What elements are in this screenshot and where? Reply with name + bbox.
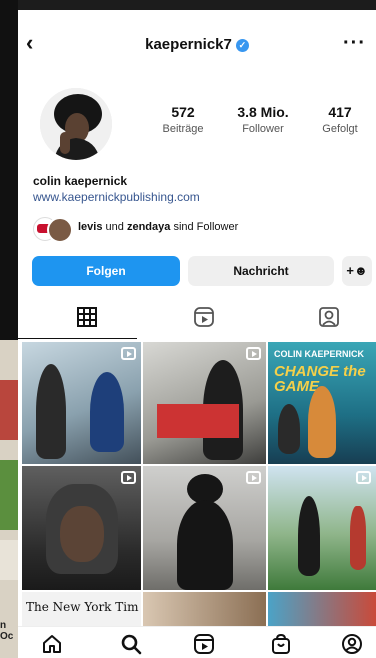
post-tile-3[interactable]: COLIN KAEPERNICK CHANGE the GAME xyxy=(268,342,376,464)
shop-icon xyxy=(272,633,290,654)
followed-by-text: levis und zendaya sind Follower xyxy=(78,221,239,233)
reel-indicator-icon xyxy=(246,347,261,360)
followed-by-row[interactable]: levis und zendaya sind Follower xyxy=(33,216,363,243)
instagram-profile-screen: ‹ kaepernick7 ✓ ··· 572 Beiträge 3.8 Mio.… xyxy=(18,10,376,658)
post-tile-1[interactable] xyxy=(22,342,141,464)
newspaper-headline-text: The New York Tim xyxy=(26,600,139,614)
reel-indicator-icon xyxy=(356,471,371,484)
post-tile-4[interactable] xyxy=(22,466,141,590)
stat-posts[interactable]: 572 Beiträge xyxy=(148,104,218,135)
reel-indicator-icon xyxy=(121,347,136,360)
tagged-icon xyxy=(319,307,339,327)
post-tile-5[interactable] xyxy=(143,466,266,590)
background-dark-area xyxy=(0,0,18,340)
top-bar: ‹ kaepernick7 ✓ ··· xyxy=(18,10,376,62)
posts-grid: COLIN KAEPERNICK CHANGE the GAME The New… xyxy=(18,342,376,626)
search-icon xyxy=(121,634,142,655)
more-options-icon[interactable]: ··· xyxy=(343,32,366,55)
book-author-text: COLIN KAEPERNICK xyxy=(274,349,365,359)
reels-icon xyxy=(194,634,214,654)
profile-username-header: kaepernick7 ✓ xyxy=(18,36,376,53)
message-button[interactable]: Nachricht xyxy=(188,256,334,286)
stat-followers-value: 3.8 Mio. xyxy=(237,104,289,120)
stat-followers-label: Follower xyxy=(242,123,284,135)
suggested-users-button[interactable]: +☻ xyxy=(342,256,372,286)
active-tab-indicator xyxy=(18,338,137,339)
profile-website-link[interactable]: www.kaepernickpublishing.com xyxy=(33,190,200,204)
post-tile-6[interactable] xyxy=(268,466,376,590)
nav-home[interactable] xyxy=(41,633,65,657)
nav-reels[interactable] xyxy=(193,633,217,657)
nav-search[interactable] xyxy=(120,633,144,657)
avatar[interactable] xyxy=(40,88,112,160)
post-tile-9[interactable] xyxy=(268,592,376,626)
grid-icon xyxy=(77,307,97,327)
home-icon xyxy=(43,635,61,653)
add-person-icon: +☻ xyxy=(346,263,368,278)
stat-posts-value: 572 xyxy=(171,104,195,120)
nav-profile[interactable] xyxy=(341,633,365,657)
nav-shop[interactable] xyxy=(270,633,294,657)
zendaya-avatar xyxy=(47,217,73,243)
stat-followers[interactable]: 3.8 Mio. Follower xyxy=(227,104,299,135)
tab-tagged[interactable] xyxy=(314,306,344,336)
reel-indicator-icon xyxy=(246,471,261,484)
post-tile-7[interactable]: The New York Tim xyxy=(22,592,141,626)
stat-following-value: 417 xyxy=(328,104,352,120)
profile-display-name: colin kaepernick xyxy=(33,174,128,188)
stat-following-label: Gefolgt xyxy=(322,123,358,135)
username: kaepernick7 xyxy=(145,36,232,53)
reels-icon xyxy=(194,307,214,327)
stat-following[interactable]: 417 Gefolgt xyxy=(310,104,370,135)
profile-tabs xyxy=(18,300,376,340)
stat-posts-label: Beiträge xyxy=(162,123,204,135)
verified-badge-icon: ✓ xyxy=(235,39,249,52)
follow-button[interactable]: Folgen xyxy=(32,256,180,286)
tab-reels[interactable] xyxy=(189,306,219,336)
post-tile-8[interactable] xyxy=(143,592,266,626)
tab-grid[interactable] xyxy=(72,306,102,336)
reel-indicator-icon xyxy=(121,471,136,484)
post-tile-2[interactable] xyxy=(143,342,266,464)
profile-icon xyxy=(342,634,362,654)
bottom-navigation xyxy=(18,626,376,658)
